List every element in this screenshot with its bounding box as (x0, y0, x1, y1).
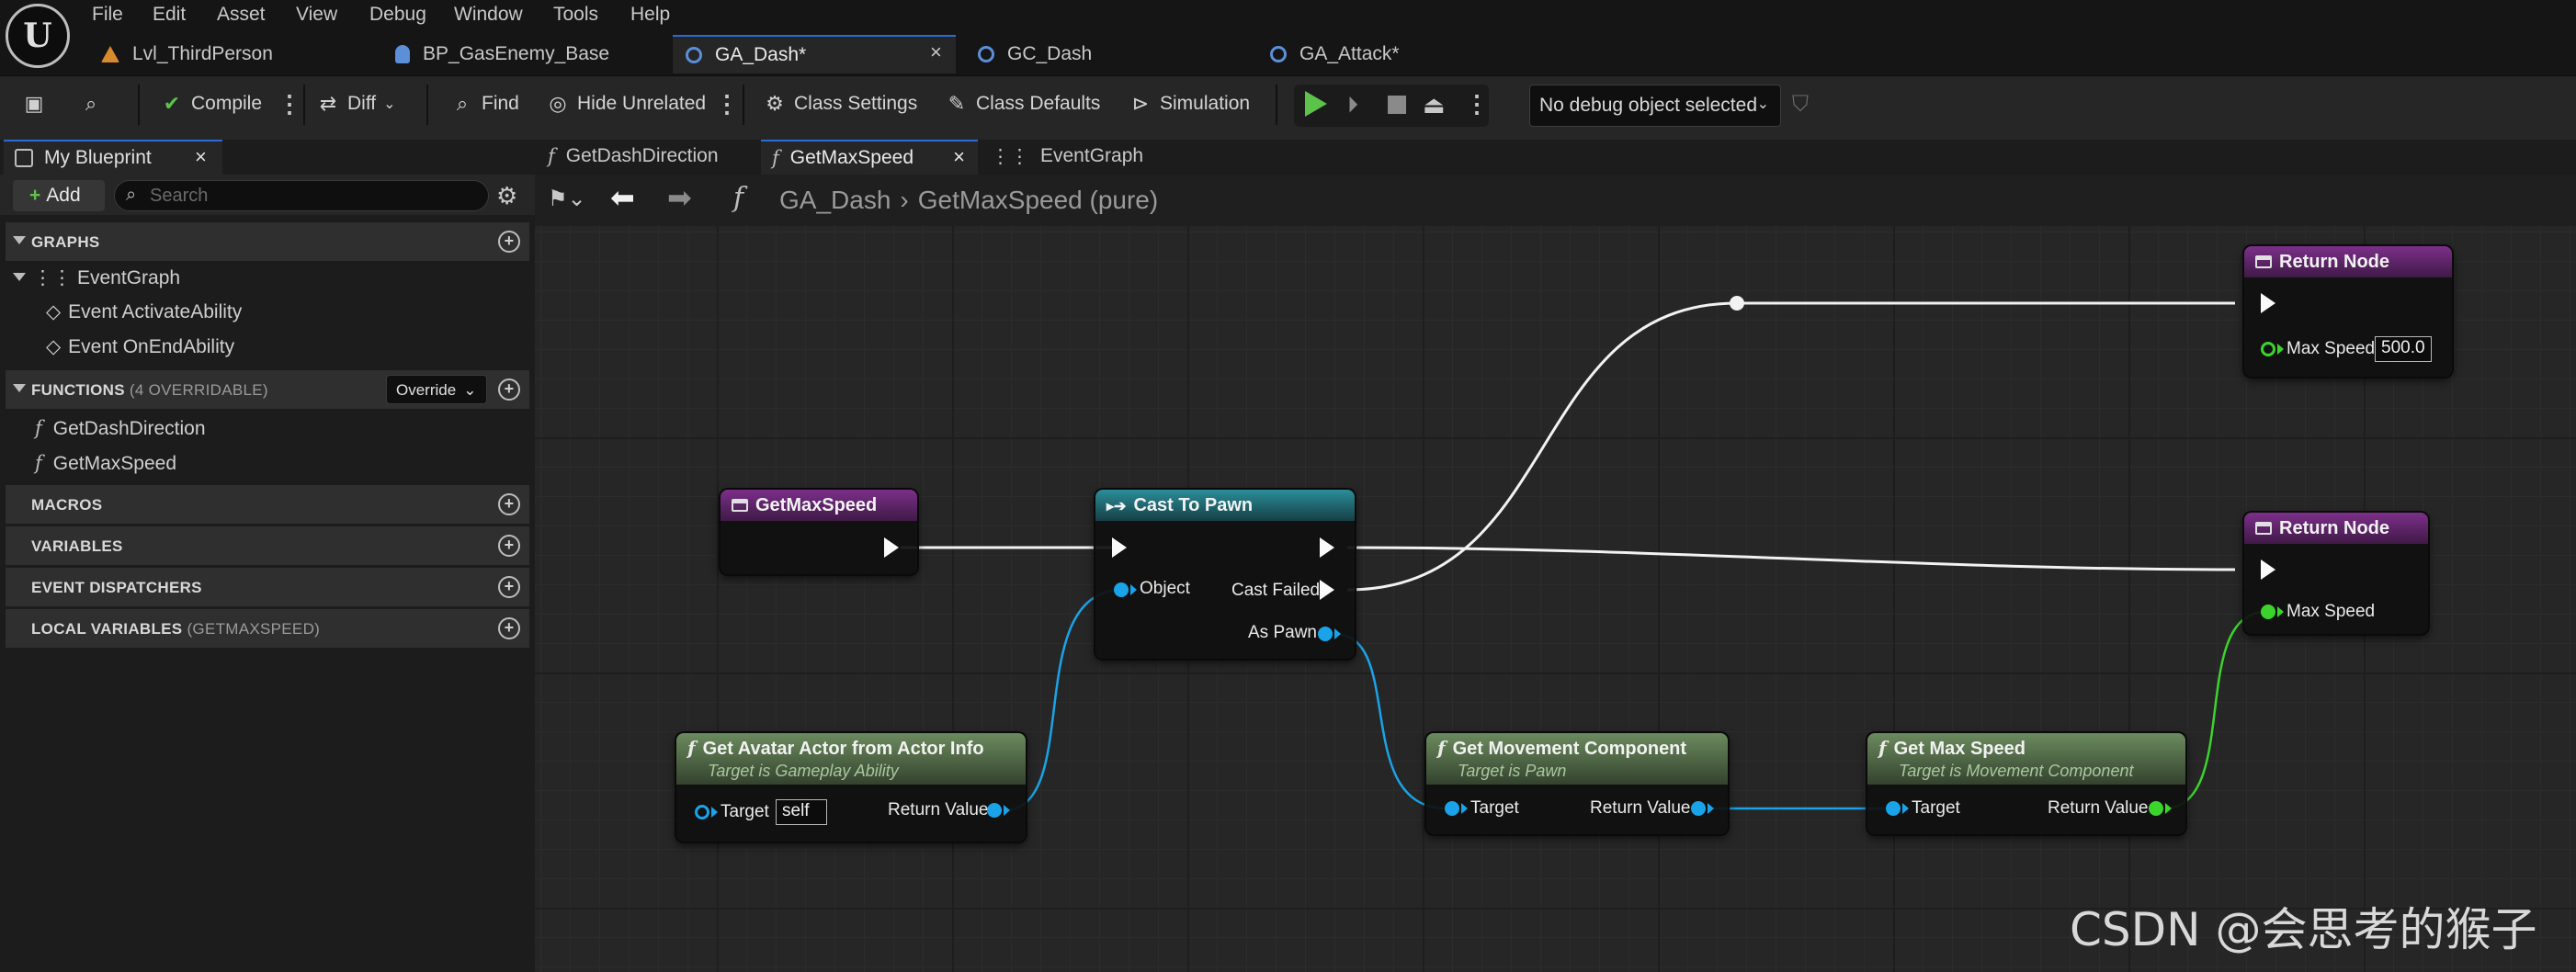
function-icon: f (1437, 737, 1446, 759)
pin-label: Max Speed (2287, 339, 2376, 358)
max-speed-in-pin[interactable] (2261, 605, 2275, 619)
node-subtitle: Target is Gameplay Ability (708, 762, 899, 780)
object-in-pin[interactable] (1114, 582, 1129, 597)
as-pawn-out-pin[interactable] (1318, 627, 1333, 641)
exec-in-pin[interactable] (1112, 537, 1127, 558)
function-icon: f (687, 737, 696, 759)
return-value-out-pin[interactable] (987, 803, 1002, 818)
exec-out-pin[interactable] (1320, 537, 1334, 558)
node-header: f Get Movement Component Target is Pawn (1426, 733, 1728, 785)
node-header: Return Node (2244, 246, 2452, 277)
node-title: Return Node (2279, 518, 2389, 538)
max-speed-in-pin[interactable] (2261, 342, 2275, 356)
function-icon: f (1878, 737, 1887, 759)
node-header: f Get Avatar Actor from Actor Info Target… (676, 733, 1026, 785)
pin-arrow-icon (1902, 803, 1909, 814)
pin-label: Target (721, 802, 769, 821)
pin-label: Target (1912, 798, 1960, 818)
watermark: CSDN @会思考的猴子 (2070, 903, 2537, 956)
pin-label: Target (1470, 798, 1519, 818)
return-icon (2255, 522, 2272, 535)
node-getmaxspeed-entry[interactable]: GetMaxSpeed (721, 490, 917, 574)
max-speed-value-input[interactable]: 500.0 (2375, 336, 2432, 362)
pin-arrow-icon (1461, 803, 1468, 814)
node-title: GetMaxSpeed (755, 495, 878, 515)
wires-layer (901, 296, 2267, 812)
node-title: Cast To Pawn (1133, 495, 1254, 515)
node-title: Return Node (2279, 252, 2389, 272)
node-title: Get Max Speed (1893, 739, 2026, 759)
target-in-pin[interactable] (695, 805, 709, 819)
target-in-pin[interactable] (1886, 801, 1901, 816)
node-header: ▸➔ Cast To Pawn (1095, 490, 1355, 521)
pin-arrow-icon (2277, 344, 2284, 355)
node-title: Get Avatar Actor from Actor Info (702, 739, 984, 759)
node-get-movement-component[interactable]: f Get Movement Component Target is Pawn (1426, 733, 1728, 834)
pin-label: Object (1140, 579, 1190, 598)
pin-label: Return Value (1590, 798, 1691, 818)
pin-arrow-icon (1004, 805, 1010, 816)
node-header: Return Node (2244, 513, 2428, 544)
exec-in-pin[interactable] (2261, 559, 2275, 580)
exec-wire-cast-return2 (1346, 546, 2236, 571)
target-value-input[interactable]: self (776, 799, 827, 825)
node-header: f Get Max Speed Target is Movement Compon… (1867, 733, 2185, 785)
reroute-node[interactable] (1730, 296, 1744, 311)
pin-arrow-icon (2165, 803, 2172, 814)
pin-label: As Pawn (1248, 623, 1317, 642)
function-entry-icon (732, 499, 748, 512)
exec-in-pin[interactable] (2261, 293, 2275, 313)
return-icon (2255, 255, 2272, 268)
node-header: GetMaxSpeed (721, 490, 917, 521)
pin-arrow-icon (711, 807, 718, 818)
node-get-max-speed[interactable]: f Get Max Speed Target is Movement Compon… (1867, 733, 2185, 834)
pin-arrow-icon (1130, 584, 1137, 595)
node-title: Get Movement Component (1452, 739, 1687, 759)
pin-arrow-icon (2277, 606, 2284, 617)
pin-arrow-icon (1334, 628, 1341, 639)
cast-failed-exec-pin[interactable] (1320, 580, 1334, 600)
cast-icon: ▸➔ (1106, 499, 1127, 514)
pin-label: Max Speed (2287, 602, 2376, 621)
pin-label: Return Value (2048, 798, 2149, 818)
node-get-avatar-actor[interactable]: f Get Avatar Actor from Actor Info Target… (676, 733, 1026, 842)
return-value-out-pin[interactable] (1691, 801, 1706, 816)
return-value-out-pin[interactable] (2149, 801, 2163, 816)
target-in-pin[interactable] (1445, 801, 1459, 816)
pin-label: Cast Failed (1231, 581, 1321, 600)
pin-arrow-icon (1708, 803, 1714, 814)
node-subtitle: Target is Movement Component (1899, 762, 2134, 780)
exec-out-pin[interactable] (884, 537, 899, 558)
pin-label: Return Value (888, 800, 989, 819)
node-subtitle: Target is Pawn (1458, 762, 1567, 780)
